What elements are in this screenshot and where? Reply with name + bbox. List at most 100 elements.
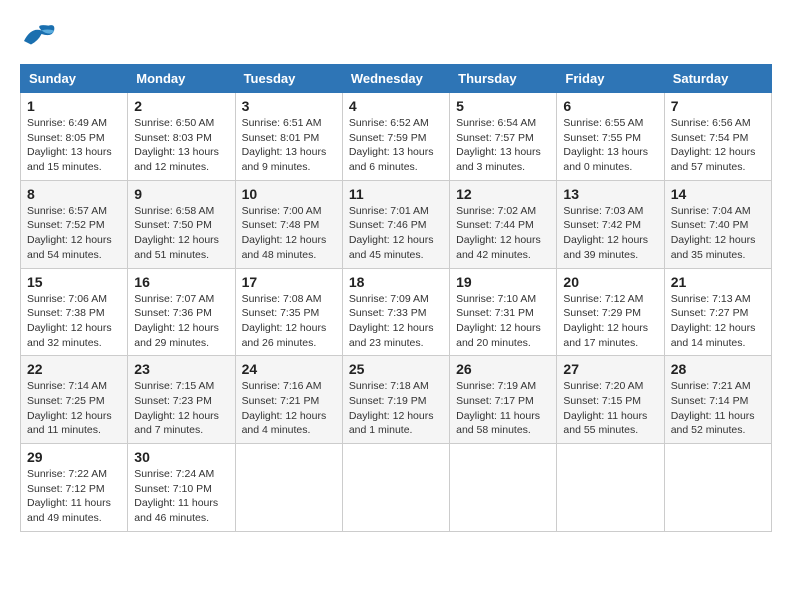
day-header-tuesday: Tuesday <box>235 65 342 93</box>
day-number: 3 <box>242 98 336 114</box>
day-info: Sunrise: 7:22 AMSunset: 7:12 PMDaylight:… <box>27 467 121 526</box>
day-number: 28 <box>671 361 765 377</box>
calendar-header: SundayMondayTuesdayWednesdayThursdayFrid… <box>21 65 772 93</box>
calendar-cell: 10 Sunrise: 7:00 AMSunset: 7:48 PMDayligh… <box>235 180 342 268</box>
calendar-cell: 12 Sunrise: 7:02 AMSunset: 7:44 PMDayligh… <box>450 180 557 268</box>
day-info: Sunrise: 6:56 AMSunset: 7:54 PMDaylight:… <box>671 116 765 175</box>
day-number: 16 <box>134 274 228 290</box>
day-number: 11 <box>349 186 443 202</box>
day-number: 25 <box>349 361 443 377</box>
day-info: Sunrise: 7:01 AMSunset: 7:46 PMDaylight:… <box>349 204 443 263</box>
calendar-cell: 26 Sunrise: 7:19 AMSunset: 7:17 PMDayligh… <box>450 356 557 444</box>
day-number: 21 <box>671 274 765 290</box>
day-number: 5 <box>456 98 550 114</box>
day-number: 12 <box>456 186 550 202</box>
week-row-3: 15 Sunrise: 7:06 AMSunset: 7:38 PMDayligh… <box>21 268 772 356</box>
day-number: 15 <box>27 274 121 290</box>
calendar-cell: 25 Sunrise: 7:18 AMSunset: 7:19 PMDayligh… <box>342 356 449 444</box>
calendar-cell: 13Sunrise: 7:03 AMSunset: 7:42 PMDayligh… <box>557 180 664 268</box>
calendar-cell: 23 Sunrise: 7:15 AMSunset: 7:23 PMDayligh… <box>128 356 235 444</box>
day-header-monday: Monday <box>128 65 235 93</box>
day-header-thursday: Thursday <box>450 65 557 93</box>
day-number: 2 <box>134 98 228 114</box>
day-info: Sunrise: 7:18 AMSunset: 7:19 PMDaylight:… <box>349 379 443 438</box>
day-info: Sunrise: 6:50 AMSunset: 8:03 PMDaylight:… <box>134 116 228 175</box>
day-number: 30 <box>134 449 228 465</box>
week-row-5: 29Sunrise: 7:22 AMSunset: 7:12 PMDayligh… <box>21 444 772 532</box>
day-number: 22 <box>27 361 121 377</box>
calendar-body: 1 Sunrise: 6:49 AMSunset: 8:05 PMDaylight… <box>21 93 772 532</box>
day-info: Sunrise: 7:14 AMSunset: 7:25 PMDaylight:… <box>27 379 121 438</box>
day-number: 23 <box>134 361 228 377</box>
calendar-cell: 1 Sunrise: 6:49 AMSunset: 8:05 PMDaylight… <box>21 93 128 181</box>
week-row-4: 22 Sunrise: 7:14 AMSunset: 7:25 PMDayligh… <box>21 356 772 444</box>
day-info: Sunrise: 7:24 AMSunset: 7:10 PMDaylight:… <box>134 467 228 526</box>
day-info: Sunrise: 7:06 AMSunset: 7:38 PMDaylight:… <box>27 292 121 351</box>
calendar-cell: 29Sunrise: 7:22 AMSunset: 7:12 PMDayligh… <box>21 444 128 532</box>
day-info: Sunrise: 7:15 AMSunset: 7:23 PMDaylight:… <box>134 379 228 438</box>
calendar-cell: 22 Sunrise: 7:14 AMSunset: 7:25 PMDayligh… <box>21 356 128 444</box>
day-info: Sunrise: 7:02 AMSunset: 7:44 PMDaylight:… <box>456 204 550 263</box>
day-info: Sunrise: 7:00 AMSunset: 7:48 PMDaylight:… <box>242 204 336 263</box>
calendar-cell: 21Sunrise: 7:13 AMSunset: 7:27 PMDayligh… <box>664 268 771 356</box>
page-header <box>20 20 772 48</box>
day-number: 27 <box>563 361 657 377</box>
calendar-cell: 24 Sunrise: 7:16 AMSunset: 7:21 PMDayligh… <box>235 356 342 444</box>
day-info: Sunrise: 7:16 AMSunset: 7:21 PMDaylight:… <box>242 379 336 438</box>
day-number: 7 <box>671 98 765 114</box>
day-number: 26 <box>456 361 550 377</box>
week-row-1: 1 Sunrise: 6:49 AMSunset: 8:05 PMDaylight… <box>21 93 772 181</box>
calendar-cell: 18Sunrise: 7:09 AMSunset: 7:33 PMDayligh… <box>342 268 449 356</box>
day-info: Sunrise: 7:08 AMSunset: 7:35 PMDaylight:… <box>242 292 336 351</box>
day-number: 18 <box>349 274 443 290</box>
calendar-cell: 30 Sunrise: 7:24 AMSunset: 7:10 PMDayligh… <box>128 444 235 532</box>
calendar-cell <box>235 444 342 532</box>
day-number: 10 <box>242 186 336 202</box>
calendar-cell: 4 Sunrise: 6:52 AMSunset: 7:59 PMDaylight… <box>342 93 449 181</box>
calendar-cell <box>450 444 557 532</box>
calendar-cell: 27 Sunrise: 7:20 AMSunset: 7:15 PMDayligh… <box>557 356 664 444</box>
day-info: Sunrise: 6:57 AMSunset: 7:52 PMDaylight:… <box>27 204 121 263</box>
calendar-cell: 17Sunrise: 7:08 AMSunset: 7:35 PMDayligh… <box>235 268 342 356</box>
days-of-week-row: SundayMondayTuesdayWednesdayThursdayFrid… <box>21 65 772 93</box>
day-info: Sunrise: 6:52 AMSunset: 7:59 PMDaylight:… <box>349 116 443 175</box>
calendar-cell: 28 Sunrise: 7:21 AMSunset: 7:14 PMDayligh… <box>664 356 771 444</box>
calendar-cell: 3 Sunrise: 6:51 AMSunset: 8:01 PMDaylight… <box>235 93 342 181</box>
calendar-table: SundayMondayTuesdayWednesdayThursdayFrid… <box>20 64 772 532</box>
calendar-cell: 19 Sunrise: 7:10 AMSunset: 7:31 PMDayligh… <box>450 268 557 356</box>
day-info: Sunrise: 7:20 AMSunset: 7:15 PMDaylight:… <box>563 379 657 438</box>
calendar-cell: 11 Sunrise: 7:01 AMSunset: 7:46 PMDayligh… <box>342 180 449 268</box>
day-info: Sunrise: 6:54 AMSunset: 7:57 PMDaylight:… <box>456 116 550 175</box>
day-header-sunday: Sunday <box>21 65 128 93</box>
day-number: 9 <box>134 186 228 202</box>
calendar-cell: 7 Sunrise: 6:56 AMSunset: 7:54 PMDaylight… <box>664 93 771 181</box>
day-info: Sunrise: 6:49 AMSunset: 8:05 PMDaylight:… <box>27 116 121 175</box>
day-number: 13 <box>563 186 657 202</box>
calendar-cell: 6Sunrise: 6:55 AMSunset: 7:55 PMDaylight… <box>557 93 664 181</box>
day-number: 6 <box>563 98 657 114</box>
calendar-cell <box>342 444 449 532</box>
week-row-2: 8 Sunrise: 6:57 AMSunset: 7:52 PMDaylight… <box>21 180 772 268</box>
day-info: Sunrise: 7:21 AMSunset: 7:14 PMDaylight:… <box>671 379 765 438</box>
day-number: 4 <box>349 98 443 114</box>
day-header-friday: Friday <box>557 65 664 93</box>
day-info: Sunrise: 7:12 AMSunset: 7:29 PMDaylight:… <box>563 292 657 351</box>
calendar-cell: 14Sunrise: 7:04 AMSunset: 7:40 PMDayligh… <box>664 180 771 268</box>
calendar-cell: 9Sunrise: 6:58 AMSunset: 7:50 PMDaylight… <box>128 180 235 268</box>
day-number: 20 <box>563 274 657 290</box>
day-info: Sunrise: 7:19 AMSunset: 7:17 PMDaylight:… <box>456 379 550 438</box>
day-number: 8 <box>27 186 121 202</box>
day-header-saturday: Saturday <box>664 65 771 93</box>
day-number: 1 <box>27 98 121 114</box>
day-info: Sunrise: 7:07 AMSunset: 7:36 PMDaylight:… <box>134 292 228 351</box>
logo <box>20 20 60 48</box>
calendar-cell: 2 Sunrise: 6:50 AMSunset: 8:03 PMDaylight… <box>128 93 235 181</box>
calendar-cell <box>557 444 664 532</box>
day-number: 24 <box>242 361 336 377</box>
day-info: Sunrise: 6:51 AMSunset: 8:01 PMDaylight:… <box>242 116 336 175</box>
calendar-cell: 15 Sunrise: 7:06 AMSunset: 7:38 PMDayligh… <box>21 268 128 356</box>
day-info: Sunrise: 7:10 AMSunset: 7:31 PMDaylight:… <box>456 292 550 351</box>
calendar-cell: 5 Sunrise: 6:54 AMSunset: 7:57 PMDaylight… <box>450 93 557 181</box>
day-number: 19 <box>456 274 550 290</box>
calendar-cell: 20 Sunrise: 7:12 AMSunset: 7:29 PMDayligh… <box>557 268 664 356</box>
